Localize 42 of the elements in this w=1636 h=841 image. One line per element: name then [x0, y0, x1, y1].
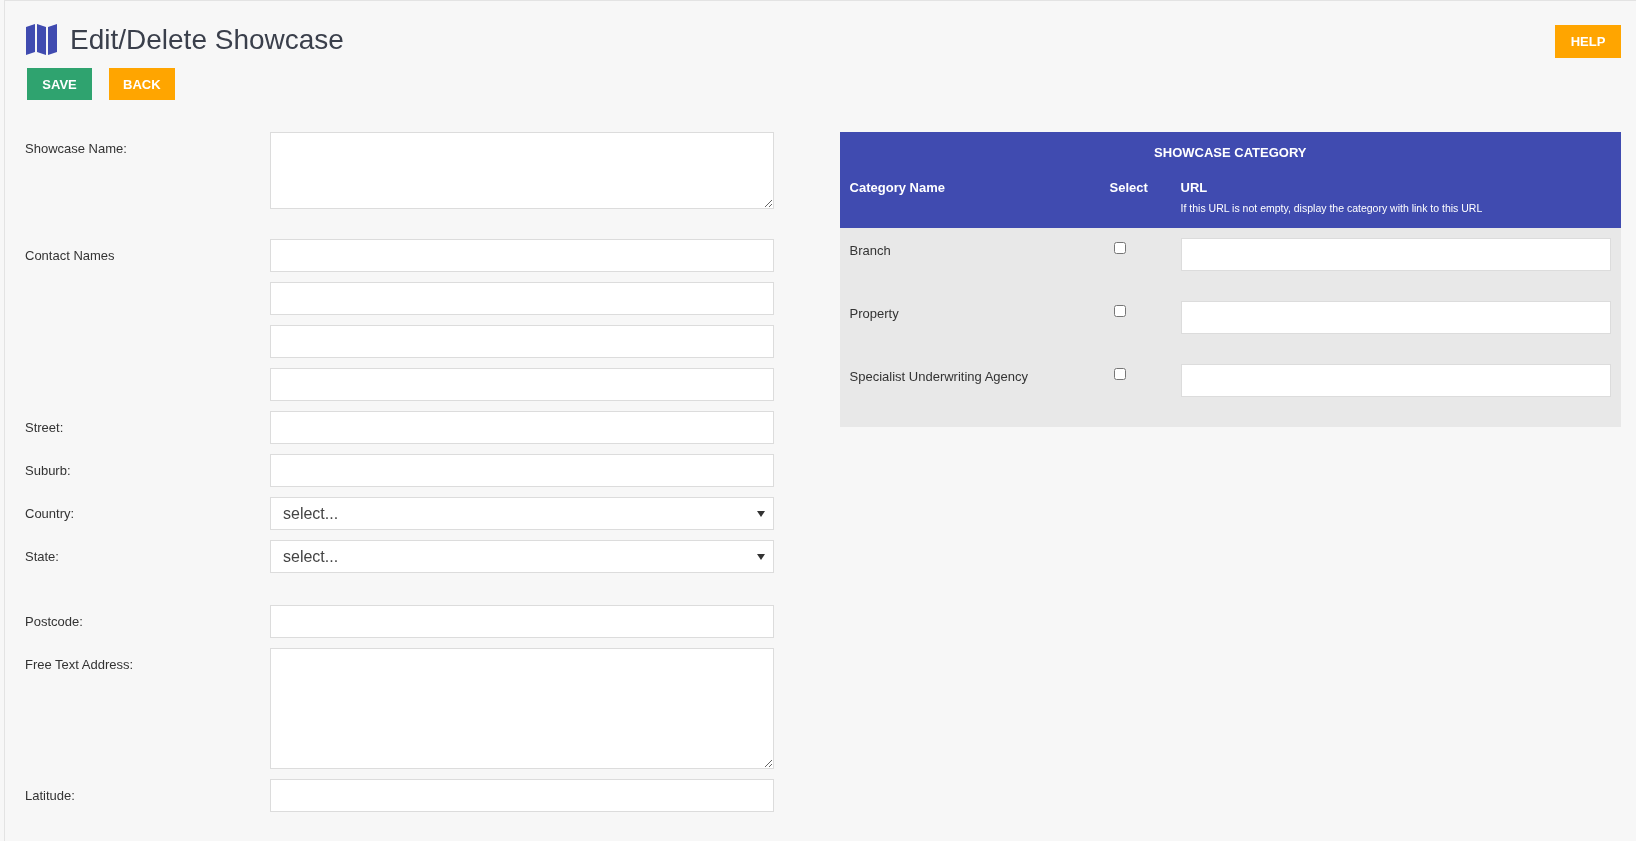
input-field[interactable] — [270, 282, 774, 315]
input-field[interactable] — [270, 605, 774, 638]
field-label: Free Text Address: — [25, 656, 135, 674]
category-name: Specialist Underwriting Agency — [849, 368, 1030, 384]
help-button[interactable]: HELP — [1555, 25, 1621, 58]
table-title: SHOWCASE CATEGORY — [1153, 145, 1308, 160]
caret-icon — [756, 553, 765, 560]
input-field[interactable] — [270, 454, 774, 487]
save-button[interactable]: SAVE — [27, 68, 92, 100]
select-checkbox[interactable] — [1113, 305, 1126, 317]
field-label: Street: — [25, 419, 65, 437]
text-area[interactable] — [270, 132, 774, 209]
select-checkbox[interactable] — [1113, 368, 1126, 380]
input-field[interactable] — [270, 239, 774, 272]
back-button[interactable]: BACK — [109, 68, 175, 100]
select-dropdown[interactable]: select... — [270, 497, 774, 530]
select-checkbox[interactable] — [1113, 242, 1126, 254]
field-label: Suburb: — [25, 462, 72, 480]
select-dropdown[interactable]: select... — [270, 540, 774, 573]
caret-icon — [756, 510, 765, 517]
url-input[interactable] — [1180, 301, 1611, 334]
column-header: Select — [1109, 180, 1148, 195]
text-area[interactable] — [270, 648, 774, 769]
field-label: Showcase Name: — [25, 140, 128, 158]
field-label: Country: — [25, 505, 76, 523]
column-header: URL — [1180, 180, 1208, 195]
map-icon — [25, 23, 58, 56]
url-input[interactable] — [1180, 364, 1611, 397]
field-label: Contact Names — [25, 247, 116, 265]
field-label: Latitude: — [25, 787, 76, 805]
category-name: Branch — [849, 242, 892, 258]
column-header: Category Name — [849, 180, 945, 195]
input-field[interactable] — [270, 411, 774, 444]
input-field[interactable] — [270, 779, 774, 812]
field-label: Postcode: — [25, 613, 84, 631]
input-field[interactable] — [270, 368, 774, 401]
category-name: Property — [849, 305, 900, 321]
url-hint: If this URL is not empty, display the category with link to this URL — [1180, 202, 1484, 214]
input-field[interactable] — [270, 325, 774, 358]
field-label: State: — [25, 548, 60, 566]
url-input[interactable] — [1180, 238, 1611, 271]
page-title: Edit/Delete Showcase — [70, 23, 344, 56]
